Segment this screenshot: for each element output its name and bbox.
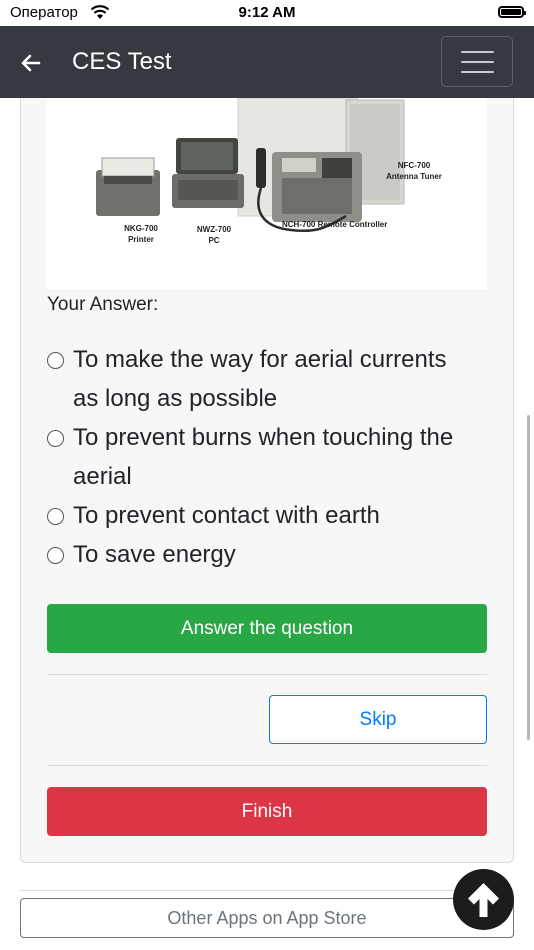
printer-model-label: NKG-700 xyxy=(124,224,158,233)
pc-model-label: NWZ-700 xyxy=(197,225,232,234)
battery-icon xyxy=(498,6,526,18)
option-text-line: To prevent contact with earth xyxy=(73,502,380,529)
radio-button[interactable] xyxy=(47,430,64,447)
skip-button[interactable]: Skip xyxy=(269,695,487,744)
back-arrow-icon[interactable] xyxy=(18,50,44,76)
divider xyxy=(20,890,514,891)
answer-option[interactable]: To prevent burns when touching the aeria… xyxy=(47,418,487,496)
answer-options: To make the way for aerial currents as l… xyxy=(47,340,487,574)
status-bar: Оператор 9:12 AM xyxy=(0,0,534,26)
arrow-up-icon xyxy=(453,869,514,930)
your-answer-label: Your Answer: xyxy=(47,294,159,315)
printer-name-label: Printer xyxy=(128,235,154,244)
clock: 9:12 AM xyxy=(238,4,296,21)
option-text-line: To save energy xyxy=(73,541,236,568)
divider xyxy=(47,674,487,675)
page-title: CES Test xyxy=(72,48,172,75)
navbar: CES Test xyxy=(0,26,534,98)
hamburger-menu-button[interactable] xyxy=(441,36,513,87)
answer-option[interactable]: To save energy xyxy=(47,535,487,574)
question-image: NKG-700 Printer NWZ-700 PC NCH-700 Remot… xyxy=(46,98,487,289)
answer-option[interactable]: To prevent contact with earth xyxy=(47,496,487,535)
radio-button[interactable] xyxy=(47,547,64,564)
radio-button[interactable] xyxy=(47,352,64,369)
answer-question-button[interactable]: Answer the question xyxy=(47,604,487,653)
answer-option[interactable]: To make the way for aerial currents as l… xyxy=(47,340,487,418)
menu-bar-icon xyxy=(461,61,494,63)
divider xyxy=(47,765,487,766)
tuner-name-label: Antenna Tuner xyxy=(386,172,442,181)
menu-bar-icon xyxy=(461,51,494,53)
tuner-model-label: NFC-700 xyxy=(398,161,431,170)
scroll-to-top-button[interactable] xyxy=(453,869,514,930)
option-text-line: aerial xyxy=(73,463,132,490)
radio-button[interactable] xyxy=(47,508,64,525)
finish-button[interactable]: Finish xyxy=(47,787,487,836)
option-text-line: To prevent burns when touching the xyxy=(73,424,454,451)
option-text-line: To make the way for aerial currents xyxy=(73,346,447,373)
option-text-line: as long as possible xyxy=(73,385,278,412)
controller-label: NCH-700 Remote Controller xyxy=(282,220,387,229)
menu-bar-icon xyxy=(461,71,494,73)
equipment-illustration: NKG-700 Printer NWZ-700 PC NCH-700 Remot… xyxy=(96,98,442,245)
scrollbar[interactable] xyxy=(527,415,530,740)
other-apps-button[interactable]: Other Apps on App Store xyxy=(20,898,514,938)
pc-name-label: PC xyxy=(208,236,219,245)
